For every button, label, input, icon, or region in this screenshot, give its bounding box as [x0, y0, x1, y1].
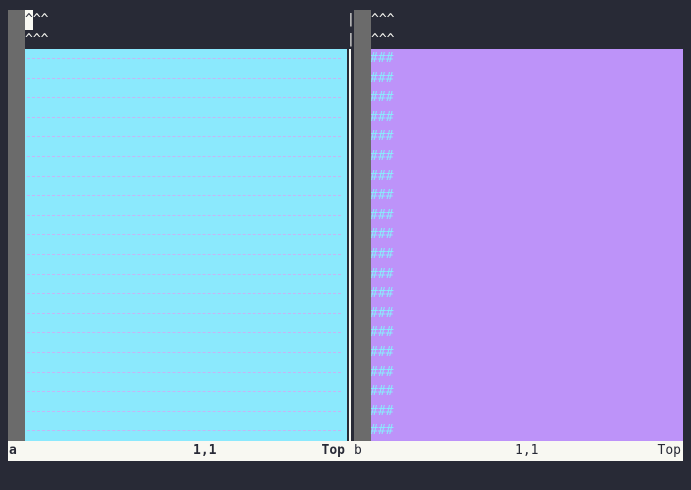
- dashed-line: [27, 391, 341, 393]
- buffer-area[interactable]: ^^^ ^^^ ### ### ### ### ### ### ### ### ### ### ##…: [371, 10, 683, 441]
- sign-column: [8, 10, 25, 441]
- dashed-line: [27, 214, 341, 216]
- hash-line: ###: [371, 403, 394, 419]
- hash-line: ###: [371, 207, 394, 223]
- window-a[interactable]: ^^^ ^^^ a 1,1 Top: [8, 10, 347, 461]
- dashed-line: [27, 58, 341, 59]
- buffer-line: ^^^: [371, 12, 395, 27]
- dashed-line: [27, 77, 341, 79]
- hash-line: ###: [371, 188, 394, 204]
- separator-char: |: [347, 31, 355, 47]
- hash-line: ###: [371, 70, 394, 86]
- statusline: a 1,1 Top: [8, 441, 347, 461]
- separator-char: |: [347, 12, 355, 27]
- hash-line: ###: [371, 51, 394, 66]
- dashed-line: [27, 273, 341, 275]
- window-b[interactable]: ^^^ ^^^ ### ### ### ### ### ### ### ### ### ### ##…: [354, 10, 683, 461]
- dashed-line: [27, 136, 341, 138]
- highlighted-region: ### ### ### ### ### ### ### ### ### ### ### ### ### #…: [371, 49, 683, 441]
- sign-column: [354, 10, 371, 441]
- dashed-line: [27, 254, 341, 255]
- hash-line: ###: [371, 247, 394, 262]
- separator-status: [347, 441, 354, 461]
- dashed-line: [27, 312, 341, 314]
- dashed-line: [27, 332, 341, 334]
- window-separator[interactable]: | |: [347, 10, 355, 441]
- cursor-position: 1,1: [515, 443, 539, 458]
- cursor-position: 1,1: [193, 443, 217, 458]
- dashed-line: [27, 175, 341, 177]
- dashed-line: [27, 371, 341, 373]
- buffer-area[interactable]: ^^^ ^^^: [25, 10, 347, 441]
- statusline: b 1,1 Top: [354, 441, 683, 461]
- hash-line: ###: [371, 109, 394, 125]
- dashed-line: [27, 195, 341, 197]
- scroll-position: Top: [321, 443, 345, 458]
- hash-line: ###: [371, 384, 394, 400]
- hash-line: ###: [371, 227, 394, 243]
- separator-line: [349, 49, 351, 441]
- hash-line: ###: [371, 168, 394, 184]
- dashed-line: [27, 430, 341, 432]
- buffer-line: ^^^: [25, 31, 49, 47]
- dashed-line: [27, 116, 341, 118]
- highlighted-region: [25, 49, 347, 441]
- dashed-line: [27, 293, 341, 295]
- cursor: ^: [25, 10, 33, 30]
- buffer-line: ^^^: [371, 31, 395, 47]
- buffer-line: ^^^: [25, 10, 347, 30]
- hash-line: ###: [371, 286, 394, 302]
- scroll-position: Top: [657, 443, 681, 458]
- hash-line: ###: [371, 129, 394, 145]
- hash-line: ###: [371, 149, 394, 164]
- dashed-line: [27, 97, 341, 99]
- dashed-line: [27, 410, 341, 412]
- buffer-name: b: [354, 443, 362, 458]
- hash-line: ###: [371, 423, 394, 439]
- hash-line: ###: [371, 364, 394, 380]
- buffer-name: a: [9, 443, 17, 458]
- dashed-line: [27, 234, 341, 236]
- hash-line: ###: [371, 305, 394, 321]
- dashed-line: [27, 156, 341, 157]
- hash-line: ###: [371, 345, 394, 360]
- hash-line: ###: [371, 90, 394, 106]
- hash-line: ###: [371, 266, 394, 282]
- hash-line: ###: [371, 325, 394, 341]
- dashed-line: [27, 352, 341, 353]
